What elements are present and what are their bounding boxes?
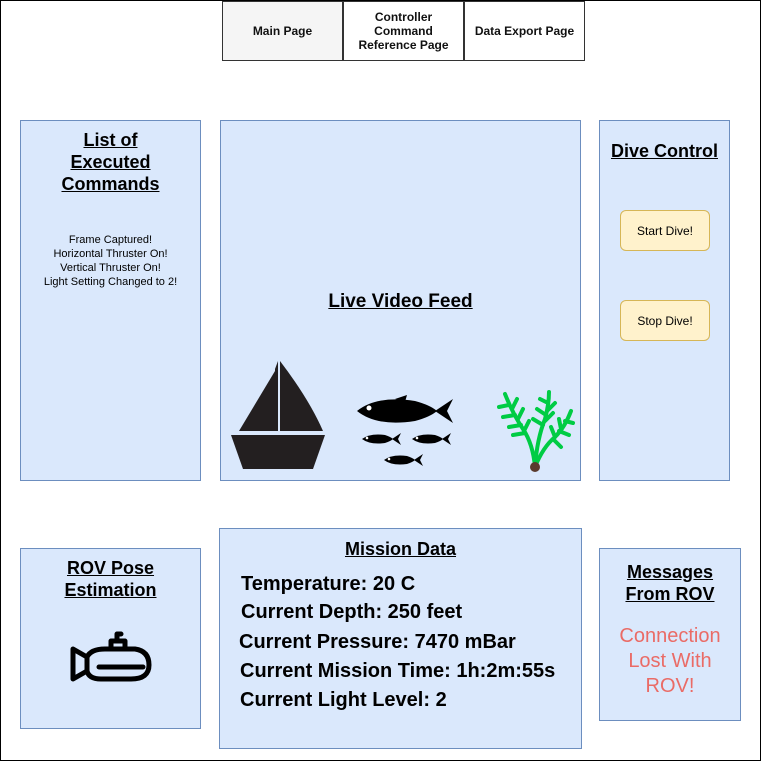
messages-from-rov-panel: Messages From ROV Connection Lost With R… <box>599 548 741 721</box>
messages-from-rov-title: Messages From ROV <box>625 562 715 604</box>
dive-control-title: Dive Control <box>610 141 718 161</box>
command-list-item: Light Setting Changed to 2! <box>43 276 178 288</box>
rov-pose-estimation-panel: ROV Pose Estimation <box>20 548 201 729</box>
fish-icon <box>357 395 453 466</box>
light-level-readout: Current Light Level: 2 <box>240 689 447 711</box>
depth-readout: Current Depth: 250 feet <box>241 601 463 623</box>
pressure-readout: Current Pressure: 7470 mBar <box>239 631 516 653</box>
seaweed-icon <box>497 390 575 472</box>
tab-controller-command-reference[interactable]: Controller Command Reference Page <box>343 1 464 61</box>
stop-dive-button[interactable]: Stop Dive! <box>620 300 710 341</box>
connection-status-message: Connection Lost With ROV! <box>619 625 721 697</box>
tab-data-export[interactable]: Data Export Page <box>464 1 585 61</box>
dive-control-panel: Dive Control Start Dive! Stop Dive! <box>599 120 730 481</box>
command-list-item: Vertical Thruster On! <box>60 262 161 274</box>
mission-data-title: Mission Data <box>344 539 457 559</box>
mission-time-readout: Current Mission Time: 1h:2m:55s <box>240 660 556 682</box>
tab-main-page-label: Main Page <box>252 24 313 38</box>
command-list-item: Horizontal Thruster On! <box>53 248 168 260</box>
rov-pose-estimation-title: ROV Pose Estimation <box>64 558 157 600</box>
command-list-item: Frame Captured! <box>68 234 153 246</box>
live-video-feed-panel: Live Video Feed <box>220 120 581 481</box>
live-video-feed-title: Live Video Feed <box>328 291 473 312</box>
sailboat-icon <box>231 361 325 469</box>
start-dive-button[interactable]: Start Dive! <box>620 210 710 251</box>
command-list: Frame Captured! Horizontal Thruster On! … <box>21 233 200 289</box>
tab-data-export-label: Data Export Page <box>474 24 575 38</box>
executed-commands-panel: List of Executed Commands Frame Captured… <box>20 120 201 481</box>
tab-main-page[interactable]: Main Page <box>222 1 343 61</box>
temperature-readout: Temperature: 20 C <box>241 573 416 595</box>
tab-controller-label: Controller Command Reference Page <box>358 10 449 52</box>
submarine-icon <box>70 631 152 682</box>
executed-commands-title: List of Executed Commands <box>61 130 160 194</box>
mission-data-panel: Mission Data Temperature: 20 C Current D… <box>219 528 582 749</box>
